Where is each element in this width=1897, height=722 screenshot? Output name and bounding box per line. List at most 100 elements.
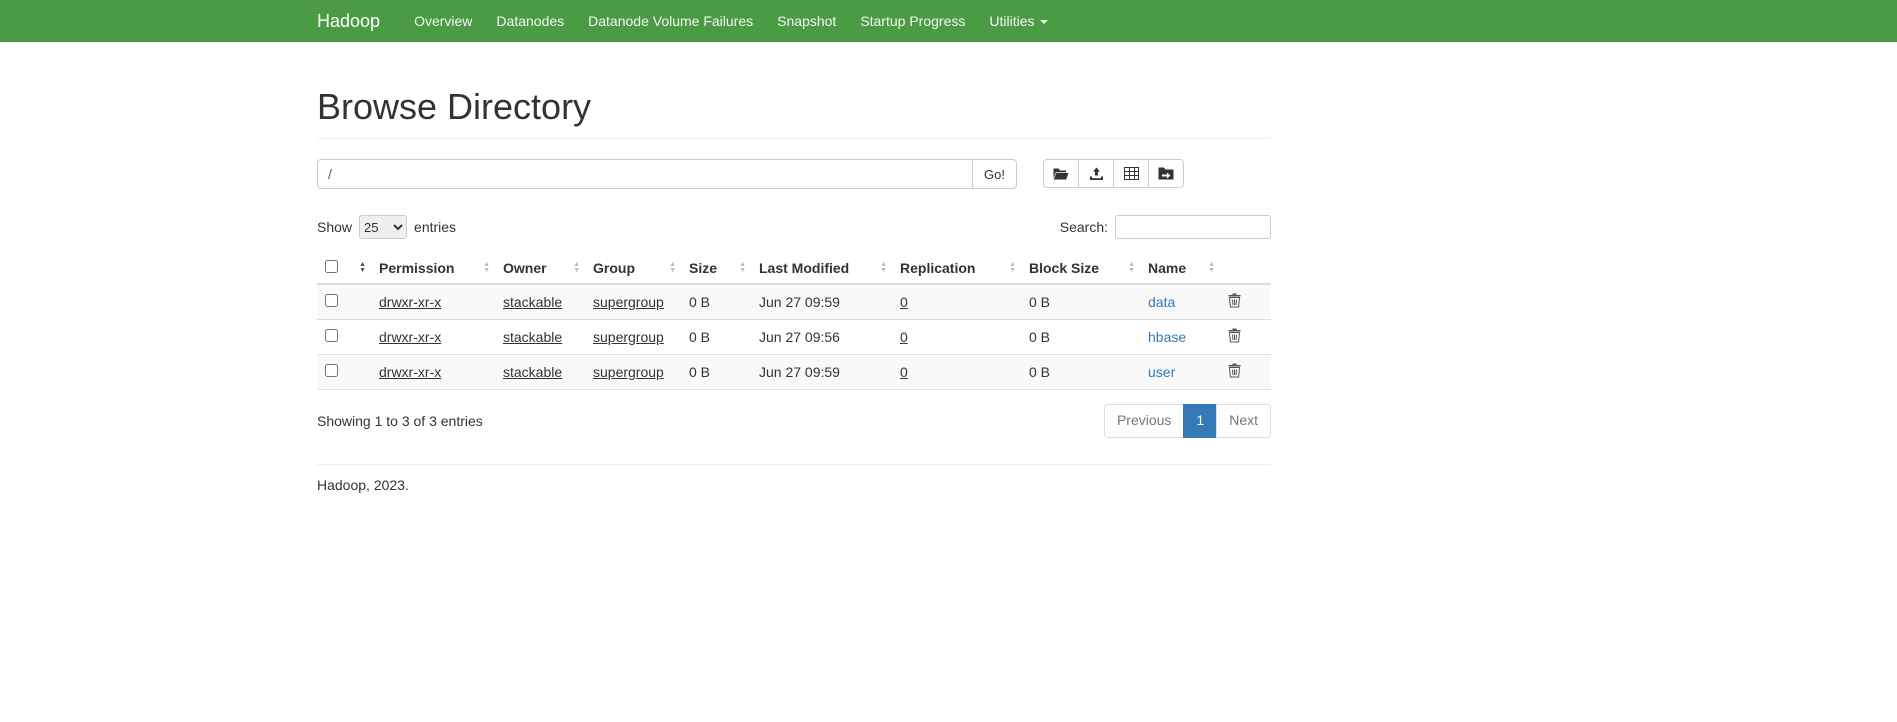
page-size-select[interactable]: 25 <box>359 215 407 239</box>
directory-link[interactable]: user <box>1148 364 1175 380</box>
pagination-previous[interactable]: Previous <box>1104 404 1184 438</box>
caret-down-icon <box>1040 20 1048 24</box>
column-header-label: Replication <box>900 260 975 276</box>
nav-startup-progress-label: Startup Progress <box>860 13 965 29</box>
concat-files-button[interactable] <box>1113 159 1149 188</box>
delete-button[interactable] <box>1228 363 1241 378</box>
move-button[interactable] <box>1148 159 1184 188</box>
nav-datanodes[interactable]: Datanodes <box>484 13 576 29</box>
column-header-name[interactable]: Name ▲▼ <box>1140 253 1220 284</box>
trash-icon <box>1228 363 1241 378</box>
nav-datanodes-label: Datanodes <box>496 13 564 29</box>
block-size-value: 0 B <box>1029 294 1050 310</box>
column-header-block-size[interactable]: Block Size▲▼ <box>1021 253 1140 284</box>
page-size-control: Show 25 entries <box>317 215 456 239</box>
last-modified-value: Jun 27 09:59 <box>759 294 840 310</box>
sort-icon: ▲▼ <box>1009 262 1016 274</box>
column-header-label: Owner <box>503 260 547 276</box>
go-button[interactable]: Go! <box>972 159 1017 189</box>
sort-icon: ▲▼ <box>573 262 580 274</box>
nav-utilities-label: Utilities <box>989 13 1034 29</box>
path-input-group: Go! <box>317 159 1017 189</box>
folder-move-icon <box>1158 167 1174 180</box>
delete-button[interactable] <box>1228 293 1241 308</box>
column-header-label: Block Size <box>1029 260 1099 276</box>
owner-value[interactable]: stackable <box>503 329 562 345</box>
directory-table: ▲▼ Permission▲▼ Owner▲▼ Group▲▼ Size▲▼ L… <box>317 253 1271 390</box>
search-control: Search: <box>1060 215 1271 239</box>
show-label: Show <box>317 219 352 235</box>
nav-startup-progress[interactable]: Startup Progress <box>848 13 977 29</box>
search-label: Search: <box>1060 219 1108 235</box>
navbar-container: Hadoop Overview Datanodes Datanode Volum… <box>317 0 1271 42</box>
row-checkbox[interactable] <box>325 364 338 377</box>
column-header-replication[interactable]: Replication ▲▼ <box>892 253 1021 284</box>
column-header-label: Size <box>689 260 717 276</box>
column-header-label: Name <box>1148 260 1186 276</box>
upload-files-button[interactable] <box>1078 159 1114 188</box>
nav-datanode-volume-failures[interactable]: Datanode Volume Failures <box>576 13 765 29</box>
table-footer: Showing 1 to 3 of 3 entries Previous 1 N… <box>317 404 1271 438</box>
column-header-label: Group <box>593 260 635 276</box>
replication-value[interactable]: 0 <box>900 294 908 310</box>
group-value[interactable]: supergroup <box>593 294 664 310</box>
owner-value[interactable]: stackable <box>503 364 562 380</box>
replication-value[interactable]: 0 <box>900 329 908 345</box>
column-header-label: Last Modified <box>759 260 849 276</box>
pagination-next[interactable]: Next <box>1216 404 1271 438</box>
sort-icon: ▲▼ <box>739 262 746 274</box>
column-header-select[interactable]: ▲▼ <box>317 253 371 284</box>
column-header-actions <box>1220 253 1271 284</box>
brand-hadoop[interactable]: Hadoop <box>317 11 380 32</box>
sort-icon: ▲▼ <box>359 262 366 274</box>
nav-snapshot[interactable]: Snapshot <box>765 13 848 29</box>
sort-icon: ▲▼ <box>880 262 887 274</box>
column-header-permission[interactable]: Permission▲▼ <box>371 253 495 284</box>
table-icon <box>1124 167 1139 180</box>
nav-utilities-dropdown[interactable]: Utilities <box>977 13 1059 29</box>
main-container: Browse Directory Go! <box>317 86 1271 493</box>
delete-button[interactable] <box>1228 328 1241 343</box>
sort-icon: ▲▼ <box>1208 262 1215 274</box>
column-header-last-modified[interactable]: Last Modified ▲▼ <box>751 253 892 284</box>
group-value[interactable]: supergroup <box>593 364 664 380</box>
table-row: drwxr-xr-x stackable supergroup 0 B Jun … <box>317 320 1271 355</box>
search-input[interactable] <box>1115 215 1271 239</box>
pagination-page-1[interactable]: 1 <box>1183 404 1217 438</box>
permission-value[interactable]: drwxr-xr-x <box>379 294 441 310</box>
column-header-group[interactable]: Group▲▼ <box>585 253 681 284</box>
last-modified-value: Jun 27 09:59 <box>759 364 840 380</box>
trash-icon <box>1228 293 1241 308</box>
pagination: Previous 1 Next <box>1104 404 1271 438</box>
column-header-label: Permission <box>379 260 454 276</box>
column-header-owner[interactable]: Owner ▲▼ <box>495 253 585 284</box>
directory-link[interactable]: data <box>1148 294 1175 310</box>
nav-overview-label: Overview <box>414 13 472 29</box>
table-controls: Show 25 entries Search: <box>317 215 1271 239</box>
replication-value[interactable]: 0 <box>900 364 908 380</box>
size-value: 0 B <box>689 294 710 310</box>
page-title: Browse Directory <box>317 86 1271 128</box>
file-toolbar <box>1043 159 1184 188</box>
create-directory-button[interactable] <box>1043 159 1079 188</box>
select-all-checkbox[interactable] <box>325 260 338 273</box>
permission-value[interactable]: drwxr-xr-x <box>379 329 441 345</box>
row-checkbox[interactable] <box>325 329 338 342</box>
directory-link[interactable]: hbase <box>1148 329 1186 345</box>
trash-icon <box>1228 328 1241 343</box>
nav-snapshot-label: Snapshot <box>777 13 836 29</box>
column-header-size[interactable]: Size ▲▼ <box>681 253 751 284</box>
folder-open-icon <box>1053 167 1069 181</box>
path-bar: Go! <box>317 159 1271 189</box>
directory-path-input[interactable] <box>317 159 973 189</box>
last-modified-value: Jun 27 09:56 <box>759 329 840 345</box>
nav-datanode-volume-failures-label: Datanode Volume Failures <box>588 13 753 29</box>
owner-value[interactable]: stackable <box>503 294 562 310</box>
footer-divider <box>317 464 1271 465</box>
permission-value[interactable]: drwxr-xr-x <box>379 364 441 380</box>
row-checkbox[interactable] <box>325 294 338 307</box>
entries-summary: Showing 1 to 3 of 3 entries <box>317 413 483 429</box>
nav-overview[interactable]: Overview <box>402 13 484 29</box>
table-row: drwxr-xr-x stackable supergroup 0 B Jun … <box>317 284 1271 320</box>
group-value[interactable]: supergroup <box>593 329 664 345</box>
